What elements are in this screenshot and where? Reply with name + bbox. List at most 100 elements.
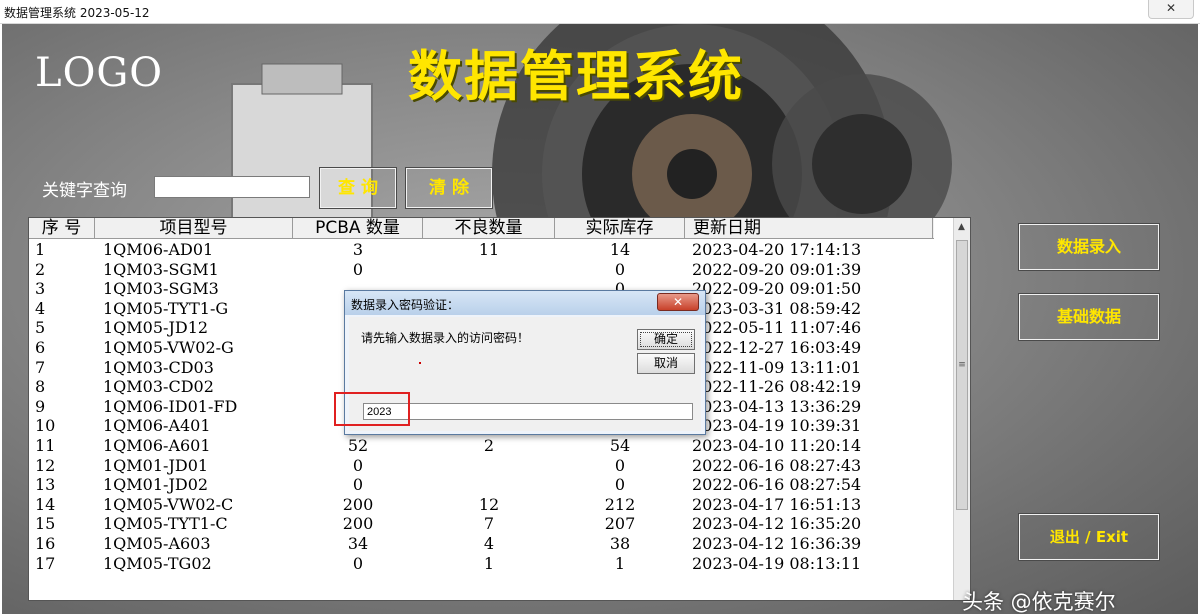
table-cell: 2023-04-13 13:36:29 xyxy=(692,396,862,416)
table-cell: 2022-06-16 08:27:54 xyxy=(692,475,862,495)
table-cell: 2022-06-16 08:27:43 xyxy=(692,455,862,475)
table-cell: 1QM03-SGM3 xyxy=(103,279,219,299)
table-cell: 212 xyxy=(604,494,636,514)
scrollbar-thumb[interactable] xyxy=(956,240,968,510)
table-cell: 200 xyxy=(342,494,374,514)
table-cell: 0 xyxy=(352,455,364,475)
table-cell: 3 xyxy=(352,240,364,259)
table-cell: 0 xyxy=(614,475,626,495)
table-cell: 2022-11-09 13:11:01 xyxy=(692,357,862,377)
table-cell: 2023-04-17 16:51:13 xyxy=(692,494,862,514)
table-cell: 1QM05-VW02-C xyxy=(103,494,234,514)
table-cell: 2 xyxy=(483,435,495,455)
table-row[interactable]: 12 1QM01-JD01 0 0 2022-06-16 08:27:43 xyxy=(29,456,934,476)
table-cell: 2022-12-27 16:03:49 xyxy=(692,337,862,357)
table-cell: 8 xyxy=(35,377,46,397)
table-cell: 200 xyxy=(342,514,374,534)
search-button[interactable]: 查 询 xyxy=(319,167,397,209)
column-header[interactable]: PCBA 数量 xyxy=(293,218,423,239)
window-title: 数据管理系统 2023-05-12 xyxy=(4,6,150,20)
cancel-button[interactable]: 取消 xyxy=(637,353,695,374)
clear-button[interactable]: 清 除 xyxy=(405,167,493,209)
dialog-message: 请先输入数据录入的访问密码！ xyxy=(361,331,530,345)
table-cell: 2023-04-19 10:39:31 xyxy=(692,416,862,436)
table-cell: 12 xyxy=(35,455,56,475)
keyword-search-input[interactable] xyxy=(154,176,310,198)
column-header[interactable]: 更新日期 xyxy=(685,218,933,239)
table-cell: 7 xyxy=(483,514,495,534)
table-cell: 1QM05-A603 xyxy=(103,533,211,553)
table-cell: 15 xyxy=(35,514,56,534)
table-cell: 207 xyxy=(604,514,636,534)
table-cell: 4 xyxy=(35,298,46,318)
scroll-up-icon[interactable]: ▲ xyxy=(958,222,965,232)
table-row[interactable]: 1 1QM06-AD01 3 11 14 2023-04-20 17:14:13 xyxy=(29,240,934,260)
scrollbar-grip-icon: ≡ xyxy=(958,360,966,370)
table-cell: 1 xyxy=(483,553,495,573)
table-cell: 1QM06-ID01-FD xyxy=(103,396,238,416)
table-cell: 2 xyxy=(35,259,46,279)
table-scrollbar[interactable]: ▲ ≡ xyxy=(953,218,970,600)
password-input[interactable] xyxy=(363,403,693,420)
table-row[interactable]: 16 1QM05-A603 34 4 38 2023-04-12 16:36:39 xyxy=(29,534,934,554)
table-cell: 2022-11-26 08:42:19 xyxy=(692,377,862,397)
table-cell: 1 xyxy=(614,553,626,573)
table-cell: 0 xyxy=(352,475,364,495)
table-cell: 5 xyxy=(35,318,46,338)
column-header[interactable]: 实际库存 xyxy=(555,218,685,239)
exit-button[interactable]: 退出 / Exit xyxy=(1018,513,1160,561)
table-cell: 2023-04-10 11:20:14 xyxy=(692,435,862,455)
data-entry-button[interactable]: 数据录入 xyxy=(1018,223,1160,271)
table-row[interactable]: 14 1QM05-VW02-C 200 12 212 2023-04-17 16:51:1… xyxy=(29,495,934,515)
table-cell: 52 xyxy=(347,435,369,455)
table-cell: 1QM01-JD02 xyxy=(103,475,209,495)
ok-button[interactable]: 确定 xyxy=(637,329,695,350)
table-cell: 1QM06-A601 xyxy=(103,435,211,455)
table-cell: 2023-04-12 16:35:20 xyxy=(692,514,862,534)
table-row[interactable]: 11 1QM06-A601 52 2 54 2023-04-10 11:20:14 xyxy=(29,436,934,456)
table-cell: 9 xyxy=(35,396,46,416)
table-cell: 0 xyxy=(614,259,626,279)
table-cell: 11 xyxy=(478,240,500,259)
table-cell: 12 xyxy=(478,494,500,514)
dialog-close-button[interactable]: ✕ xyxy=(657,293,699,311)
column-header[interactable]: 不良数量 xyxy=(423,218,555,239)
table-row[interactable]: 13 1QM01-JD02 0 0 2022-06-16 08:27:54 xyxy=(29,475,934,495)
table-cell: 11 xyxy=(35,435,56,455)
logo: LOGO xyxy=(35,50,164,96)
column-header[interactable]: 序 号 xyxy=(29,218,95,239)
table-cell: 2023-04-12 16:36:39 xyxy=(692,533,862,553)
table-cell: 1QM03-CD02 xyxy=(103,377,214,397)
window-titlebar: 数据管理系统 2023-05-12 ✕ xyxy=(0,0,1200,24)
dialog-title: 数据录入密码验证： xyxy=(351,298,460,312)
table-cell: 1QM05-TYT1-C xyxy=(103,514,228,534)
column-header[interactable]: 项目型号 xyxy=(95,218,293,239)
table-cell: 0 xyxy=(614,455,626,475)
dialog-titlebar: 数据录入密码验证： ✕ xyxy=(345,291,705,315)
app-title: 数据管理系统 xyxy=(408,44,744,108)
table-cell: 54 xyxy=(609,435,631,455)
table-cell: 14 xyxy=(35,494,56,514)
table-cell: 1QM06-A401 xyxy=(103,416,211,436)
table-cell: 1QM05-JD12 xyxy=(103,318,209,338)
keyword-search-label: 关键字查询 xyxy=(42,181,127,201)
table-cell: 7 xyxy=(35,357,46,377)
table-cell: 2023-03-31 08:59:42 xyxy=(692,298,862,318)
table-cell: 6 xyxy=(35,337,46,357)
table-cell: 13 xyxy=(35,475,56,495)
table-cell: 1QM01-JD01 xyxy=(103,455,209,475)
table-row[interactable]: 17 1QM05-TG02 0 1 1 2023-04-19 08:13:11 xyxy=(29,554,934,574)
table-cell: 17 xyxy=(35,553,56,573)
table-cell: 2022-09-20 09:01:39 xyxy=(692,259,862,279)
table-cell: 10 xyxy=(35,416,56,436)
table-row[interactable]: 2 1QM03-SGM1 0 0 2022-09-20 09:01:39 xyxy=(29,260,934,280)
base-data-button[interactable]: 基础数据 xyxy=(1018,293,1160,341)
table-cell: 0 xyxy=(352,259,364,279)
table-row[interactable]: 15 1QM05-TYT1-C 200 7 207 2023-04-12 16:35:20 xyxy=(29,514,934,534)
watermark: 头条 @依克赛尔 xyxy=(962,590,1116,614)
window-close-button[interactable]: ✕ xyxy=(1148,0,1194,19)
table-cell: 2023-04-19 08:13:11 xyxy=(692,553,862,573)
table-cell: 1QM05-TG02 xyxy=(103,553,212,573)
table-cell: 0 xyxy=(352,553,364,573)
table-cell: 38 xyxy=(609,533,631,553)
